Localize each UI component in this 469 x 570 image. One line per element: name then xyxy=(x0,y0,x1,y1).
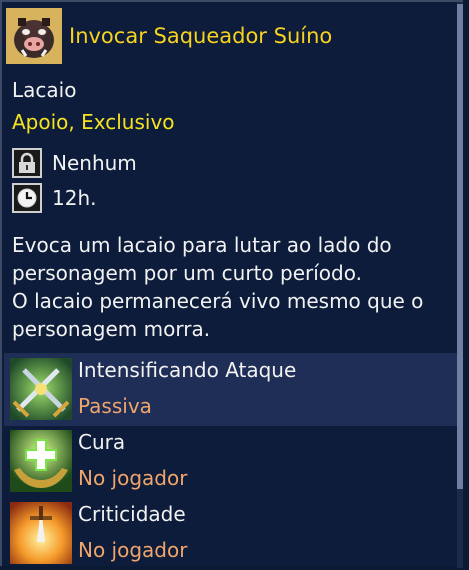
skill-title: Invocar Saqueador Suíno xyxy=(69,24,333,48)
cooldown-row: 12h. xyxy=(12,182,96,214)
effect-type: No jogador xyxy=(78,466,188,490)
tooltip-header: Invocar Saqueador Suíno xyxy=(6,5,455,67)
boar-raider-icon xyxy=(6,8,62,64)
cooldown-value: 12h. xyxy=(52,186,97,210)
healing-hands-icon xyxy=(10,430,72,492)
description-line: personagem morra. xyxy=(12,317,211,341)
effect-name: Intensificando Ataque xyxy=(78,358,297,382)
critical-sword-icon xyxy=(10,502,72,564)
effect-row-intensificando-ataque[interactable]: Intensificando Ataque Passiva xyxy=(4,354,459,426)
crossed-swords-icon xyxy=(10,358,72,420)
skill-tags: Apoio, Exclusivo xyxy=(12,110,175,134)
description-line: personagem por um curto período. xyxy=(12,261,362,285)
description-line: O lacaio permanecerá vivo mesmo que o xyxy=(12,289,424,313)
requirement-value: Nenhum xyxy=(52,151,137,175)
scrollbar[interactable] xyxy=(457,2,463,568)
effect-row-criticidade[interactable]: Criticidade No jogador xyxy=(4,498,459,570)
clock-icon xyxy=(12,183,42,213)
lock-icon xyxy=(12,148,42,178)
requirement-row: Nenhum xyxy=(12,147,137,179)
effect-name: Cura xyxy=(78,430,126,454)
effect-type: Passiva xyxy=(78,394,152,418)
skill-category: Lacaio xyxy=(12,78,77,102)
skill-tooltip: Invocar Saqueador Suíno Lacaio Apoio, Ex… xyxy=(0,0,463,568)
description-line: Evoca um lacaio para lutar ao lado do xyxy=(12,233,392,257)
scrollbar-thumb[interactable] xyxy=(457,4,463,489)
effect-type: No jogador xyxy=(78,538,188,562)
effect-row-cura[interactable]: Cura No jogador xyxy=(4,426,459,498)
effect-name: Criticidade xyxy=(78,502,186,526)
skill-description: Evoca um lacaio para lutar ao lado do pe… xyxy=(12,231,457,343)
